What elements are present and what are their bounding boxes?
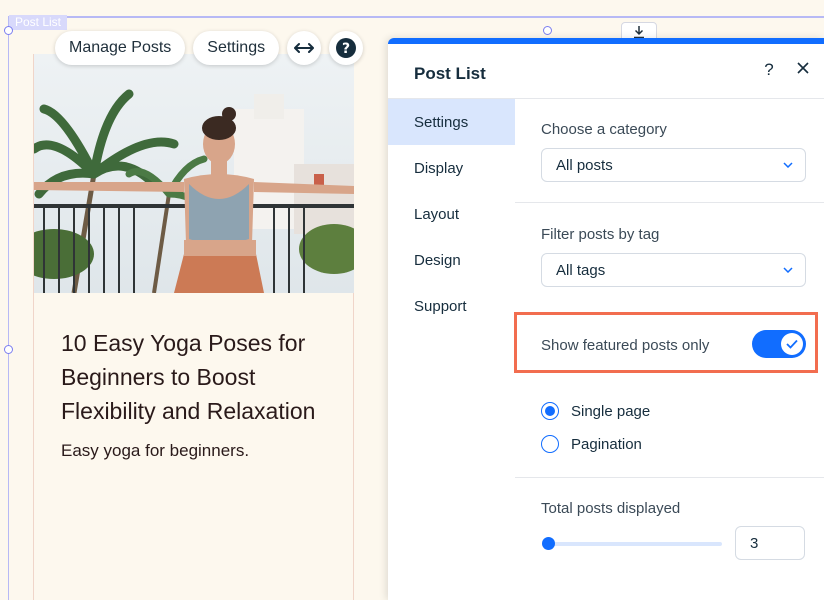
horizontal-arrows-icon[interactable] bbox=[287, 31, 322, 65]
total-posts-slider-track[interactable] bbox=[548, 542, 722, 546]
tab-design[interactable]: Design bbox=[388, 237, 515, 283]
featured-label: Show featured posts only bbox=[541, 337, 710, 354]
close-icon[interactable] bbox=[796, 61, 812, 77]
radio-button-selected[interactable] bbox=[541, 402, 559, 420]
tab-support[interactable]: Support bbox=[388, 283, 515, 329]
total-posts-input[interactable]: 3 bbox=[735, 526, 805, 560]
tag-filter-dropdown[interactable]: All tags bbox=[541, 253, 806, 287]
svg-text:?: ? bbox=[342, 41, 350, 57]
settings-panel: Post List ? Settings Display Layout Desi… bbox=[388, 38, 824, 600]
tab-layout[interactable]: Layout bbox=[388, 191, 515, 237]
resize-handle-top-left[interactable] bbox=[4, 26, 13, 35]
radio-pagination[interactable]: Pagination bbox=[541, 435, 642, 453]
tab-settings[interactable]: Settings bbox=[388, 99, 515, 145]
radio-label: Pagination bbox=[571, 435, 642, 453]
tag-filter-label: Filter posts by tag bbox=[541, 226, 660, 243]
element-toolbar: Manage Posts Settings ? bbox=[55, 31, 364, 65]
total-posts-label: Total posts displayed bbox=[541, 500, 681, 517]
post-excerpt: Easy yoga for beginners. bbox=[61, 441, 250, 460]
selection-outline-top bbox=[8, 16, 824, 18]
settings-button[interactable]: Settings bbox=[193, 31, 280, 65]
category-label: Choose a category bbox=[541, 121, 667, 138]
tag-filter-value: All tags bbox=[556, 261, 606, 279]
panel-content: Choose a category All posts Filter posts… bbox=[515, 99, 824, 287]
post-title[interactable]: 10 Easy Yoga Poses for Beginners to Boos… bbox=[61, 326, 346, 428]
total-posts-slider-thumb[interactable] bbox=[542, 537, 555, 550]
panel-title: Post List bbox=[414, 64, 486, 83]
question-circle-icon[interactable]: ? bbox=[329, 31, 364, 65]
radio-single-page[interactable]: Single page bbox=[541, 402, 650, 420]
resize-handle-left[interactable] bbox=[4, 345, 13, 354]
panel-nav: Settings Display Layout Design Support bbox=[388, 99, 515, 329]
post-card[interactable]: 10 Easy Yoga Poses for Beginners to Boos… bbox=[33, 54, 354, 600]
selection-outline-left bbox=[8, 18, 9, 600]
manage-posts-button[interactable]: Manage Posts bbox=[55, 31, 186, 65]
tab-display[interactable]: Display bbox=[388, 145, 515, 191]
selection-tag: Post List bbox=[9, 15, 68, 30]
chevron-down-icon bbox=[783, 267, 793, 273]
radio-button[interactable] bbox=[541, 435, 559, 453]
help-button[interactable]: ? bbox=[760, 60, 778, 80]
post-cover-image[interactable] bbox=[34, 54, 354, 293]
featured-toggle[interactable] bbox=[752, 330, 806, 358]
panel-header: Post List ? bbox=[388, 44, 824, 99]
divider bbox=[515, 477, 824, 478]
category-value: All posts bbox=[556, 156, 613, 174]
category-dropdown[interactable]: All posts bbox=[541, 148, 806, 182]
checkmark-icon bbox=[781, 333, 803, 355]
chevron-down-icon bbox=[783, 162, 793, 168]
radio-label: Single page bbox=[571, 402, 651, 420]
resize-handle-top[interactable] bbox=[543, 26, 552, 35]
